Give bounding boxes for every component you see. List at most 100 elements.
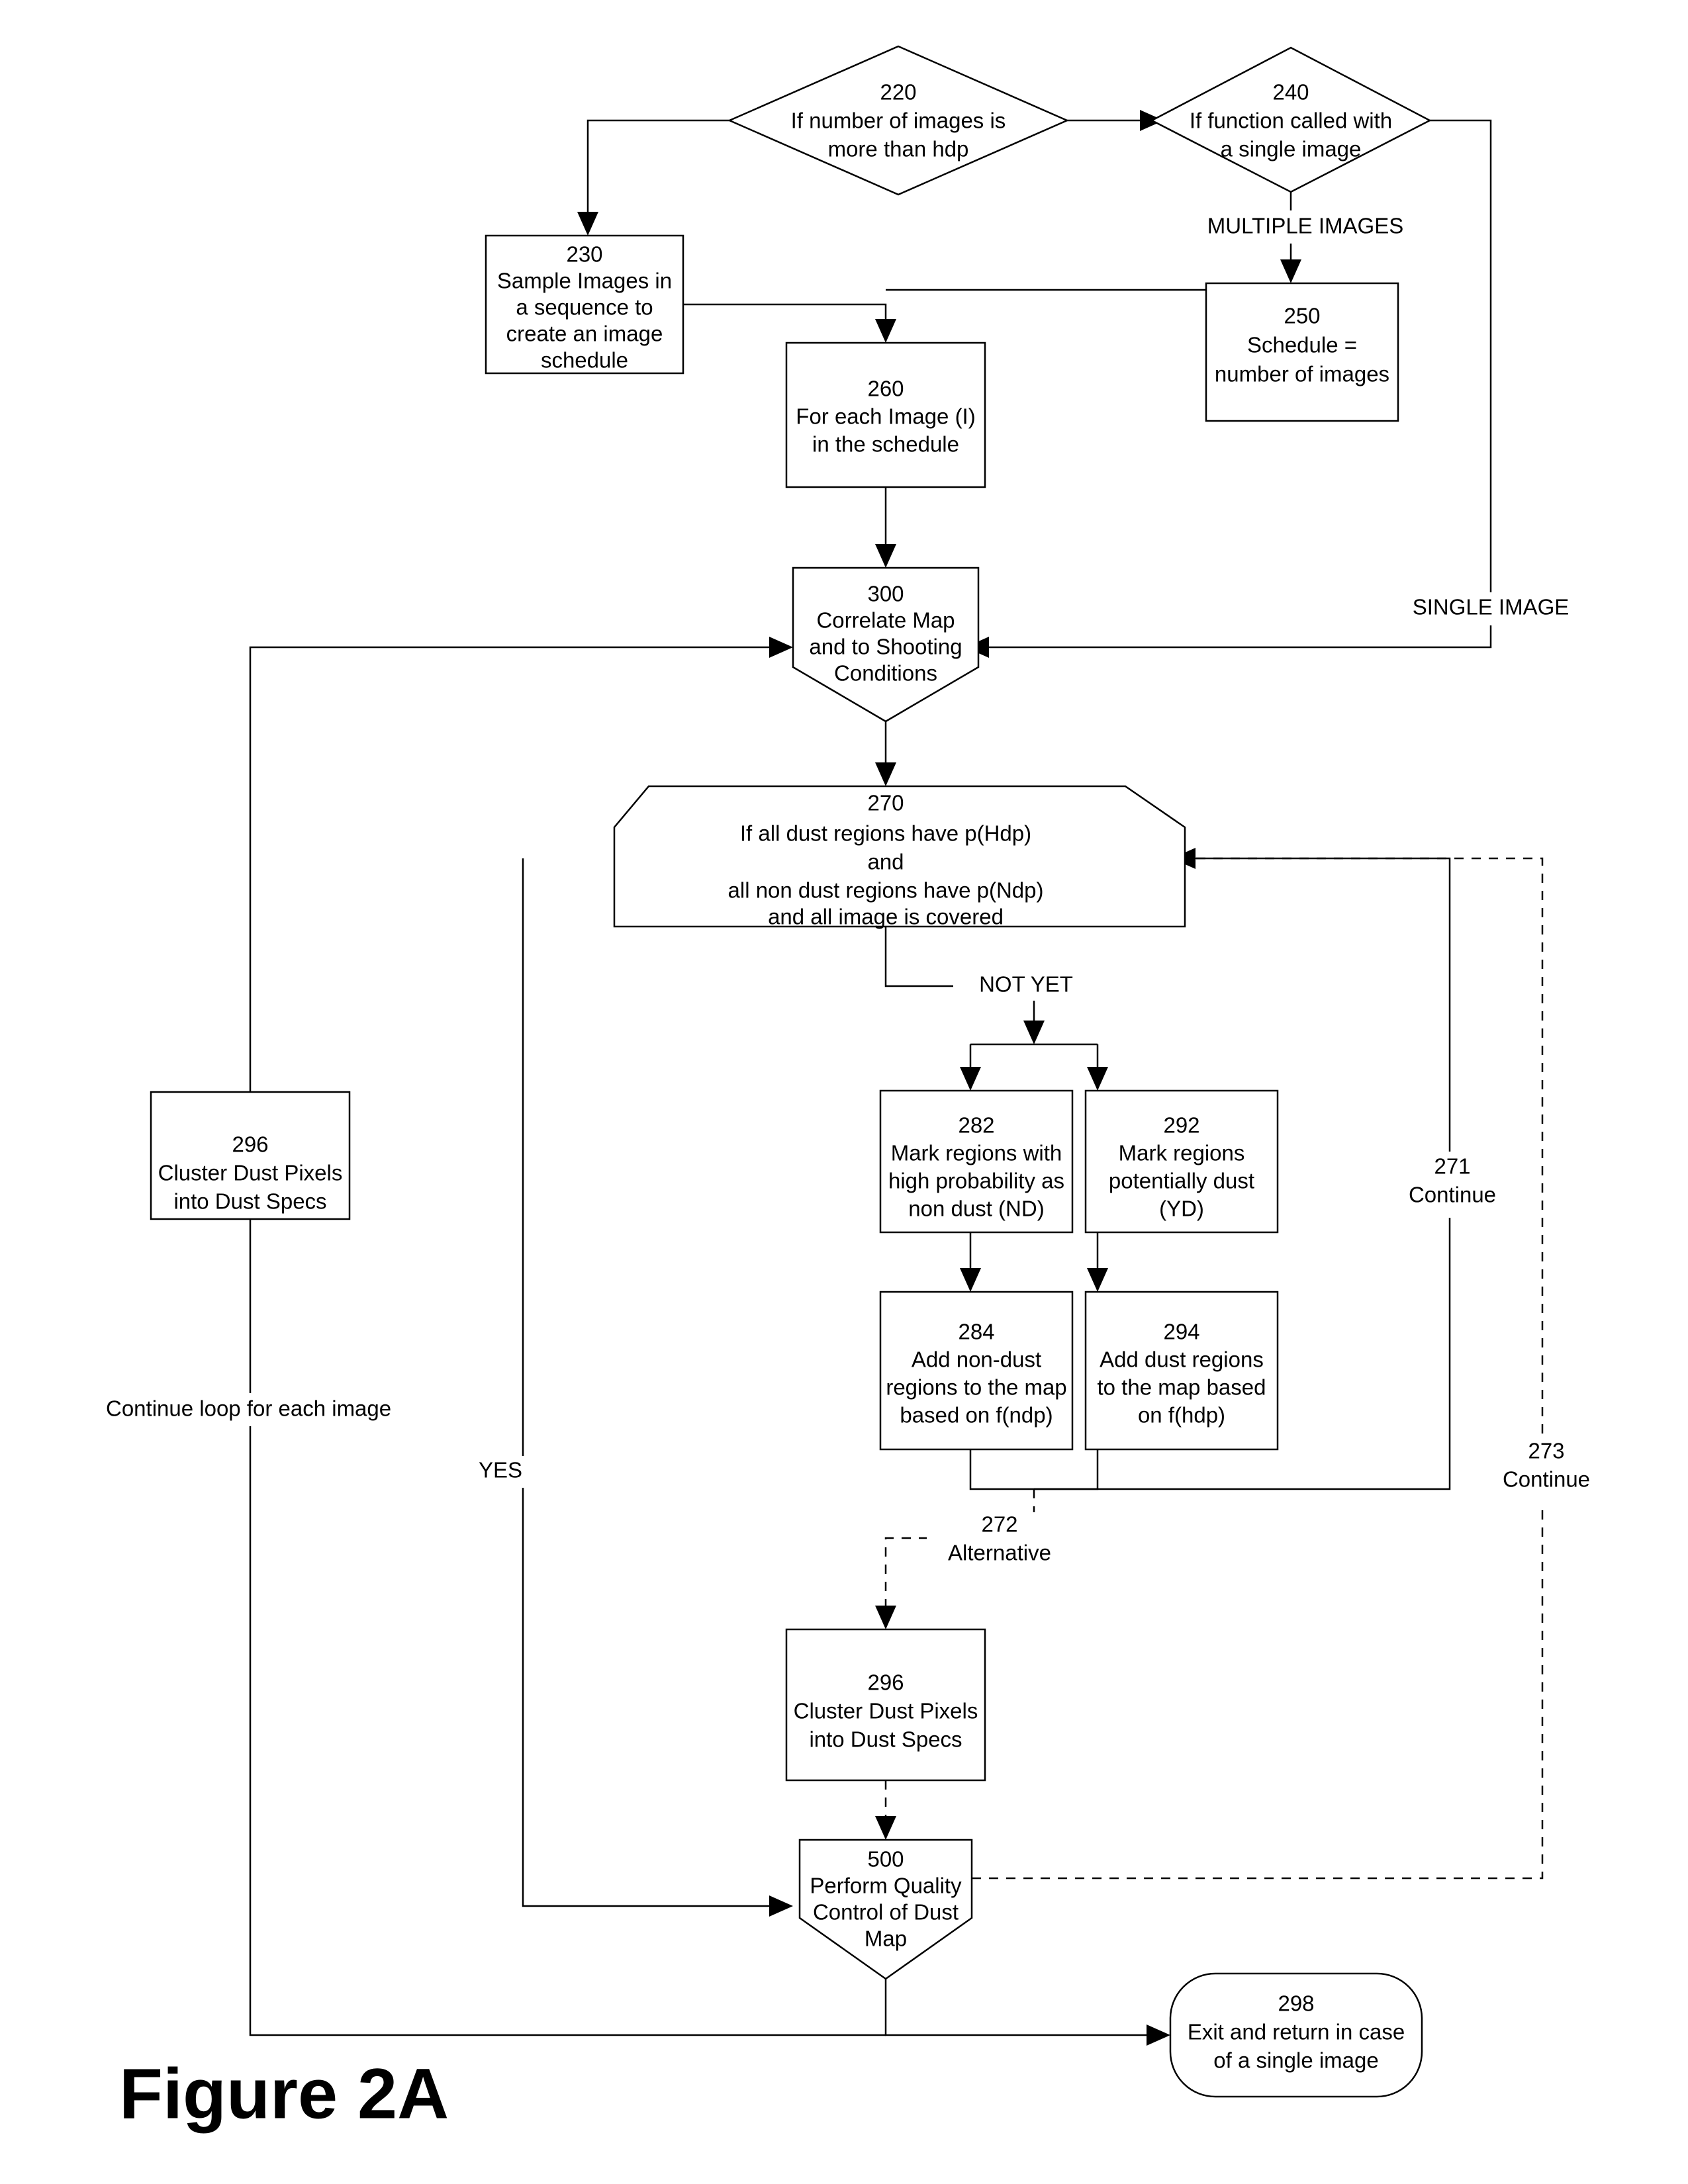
node-296-left-line-0: 296 — [232, 1132, 268, 1157]
node-294-line-0: 294 — [1163, 1320, 1199, 1344]
node-294-line-2: to the map based — [1097, 1375, 1266, 1400]
node-230-line-0: 230 — [566, 242, 602, 267]
label-continue-loop: Continue loop for each image — [106, 1396, 391, 1421]
node-284-line-3: based on f(ndp) — [900, 1403, 1053, 1428]
node-300-line-0: 300 — [867, 582, 904, 606]
arrowhead-294 — [1087, 1268, 1108, 1292]
node-500-line-2: Control of Dust — [813, 1900, 959, 1925]
arrowhead-270-top — [875, 762, 896, 786]
edge-500-to-298 — [884, 1979, 1157, 2036]
arrowhead-292 — [1087, 1067, 1108, 1091]
arrowhead-282 — [960, 1067, 981, 1091]
arrowhead-230 — [577, 212, 598, 236]
arrowhead-split — [1023, 1021, 1045, 1044]
arrowhead-500-top — [875, 1816, 896, 1840]
node-296-mid-line-2: into Dust Specs — [809, 1727, 962, 1752]
arrowhead-500-left — [769, 1895, 793, 1917]
node-296-mid-line-1: Cluster Dust Pixels — [794, 1699, 978, 1723]
arrowhead-298 — [1147, 2025, 1170, 2046]
edge-284-294-merge — [969, 1449, 1099, 1490]
node-296-left-line-1: Cluster Dust Pixels — [158, 1161, 343, 1185]
node-260-line-1: For each Image (I) — [796, 404, 975, 429]
edge-split-bar — [969, 1043, 1099, 1073]
node-220-line-1: If number of images is — [791, 109, 1006, 133]
arrowhead-296-mid — [875, 1606, 896, 1629]
node-250-line-1: Schedule = — [1247, 333, 1357, 357]
node-500-line-3: Map — [865, 1927, 907, 1951]
node-270[interactable]: 270 If all dust regions have p(Hdp) and … — [613, 785, 1186, 929]
node-294-line-1: Add dust regions — [1100, 1347, 1264, 1372]
label-yes: YES — [479, 1458, 522, 1482]
node-292-line-0: 292 — [1163, 1113, 1199, 1138]
node-230[interactable]: 230 Sample Images in a sequence to creat… — [485, 234, 684, 375]
node-298-line-2: of a single image — [1213, 2048, 1378, 2073]
node-270-line-1: If all dust regions have p(Hdp) — [740, 821, 1031, 846]
node-270-line-2: and — [867, 850, 904, 874]
node-284-line-2: regions to the map — [886, 1375, 1066, 1400]
node-300-line-2: and to Shooting — [809, 635, 962, 659]
label-273-number: 273 — [1528, 1439, 1564, 1463]
arrowhead-250 — [1280, 259, 1301, 283]
node-292-line-1: Mark regions — [1119, 1141, 1245, 1165]
node-260-line-2: in the schedule — [812, 432, 959, 457]
node-260-line-0: 260 — [867, 377, 904, 401]
node-500-line-1: Perform Quality — [810, 1874, 962, 1898]
node-298-line-0: 298 — [1278, 1991, 1314, 2016]
node-292[interactable]: 292 Mark regions potentially dust (YD) — [1084, 1089, 1279, 1234]
node-296-left[interactable]: 296 Cluster Dust Pixels into Dust Specs — [150, 1091, 351, 1220]
node-220[interactable]: 220 If number of images is more than hdp — [727, 45, 1070, 196]
arrowhead-300-top — [875, 544, 896, 568]
node-220-line-0: 220 — [880, 80, 916, 105]
node-240-line-2: a single image — [1221, 137, 1362, 161]
node-230-line-4: schedule — [541, 348, 628, 373]
node-294[interactable]: 294 Add dust regions to the map based on… — [1084, 1291, 1279, 1451]
arrowhead-260-a — [875, 319, 896, 343]
label-multiple-images: MULTIPLE IMAGES — [1207, 214, 1403, 238]
node-292-line-2: potentially dust — [1109, 1169, 1254, 1193]
node-500-line-0: 500 — [867, 1847, 904, 1872]
figure-page: 220 If number of images is more than hdp… — [0, 0, 1688, 2184]
node-270-line-3: all non dust regions have p(Ndp) — [728, 878, 1044, 903]
label-271-word: Continue — [1409, 1183, 1496, 1207]
node-296-mid-line-0: 296 — [867, 1670, 904, 1695]
label-not-yet: NOT YET — [979, 972, 1073, 997]
label-272-word: Alternative — [948, 1541, 1051, 1565]
node-230-line-1: Sample Images in — [497, 269, 672, 293]
label-271-number: 271 — [1434, 1154, 1470, 1179]
node-270-line-4: and all image is covered — [768, 905, 1004, 929]
node-220-line-2: more than hdp — [828, 137, 969, 161]
node-240[interactable]: 240 If function called with a single ima… — [1150, 46, 1432, 193]
node-282-line-1: Mark regions with — [891, 1141, 1062, 1165]
node-284-line-0: 284 — [958, 1320, 994, 1344]
arrowhead-284 — [960, 1268, 981, 1292]
node-300[interactable]: 300 Correlate Map and to Shooting Condit… — [792, 567, 980, 723]
node-230-line-2: a sequence to — [516, 295, 653, 320]
edge-270-yes-to-500 — [522, 858, 780, 1907]
flowchart-canvas: 220 If number of images is more than hdp… — [99, 45, 1604, 2134]
label-273-word: Continue — [1503, 1467, 1590, 1492]
node-296-mid[interactable]: 296 Cluster Dust Pixels into Dust Specs — [785, 1628, 986, 1782]
node-294-line-3: on f(hdp) — [1138, 1403, 1225, 1428]
node-270-line-0: 270 — [867, 791, 904, 815]
node-282-line-2: high probability as — [888, 1169, 1064, 1193]
node-300-line-1: Correlate Map — [816, 608, 955, 633]
label-272-number: 272 — [981, 1512, 1017, 1537]
node-298[interactable]: 298 Exit and return in case of a single … — [1169, 1972, 1423, 2098]
node-260[interactable]: 260 For each Image (I) in the schedule — [785, 341, 986, 488]
node-292-line-3: (YD) — [1159, 1197, 1204, 1221]
edge-230-to-260 — [683, 303, 887, 330]
node-284-line-1: Add non-dust — [912, 1347, 1041, 1372]
node-230-line-3: create an image — [506, 322, 663, 346]
figure-caption: Figure 2A — [119, 2054, 449, 2134]
node-298-line-1: Exit and return in case — [1188, 2020, 1405, 2044]
node-282-line-0: 282 — [958, 1113, 994, 1138]
node-250[interactable]: 250 Schedule = number of images — [1205, 282, 1399, 422]
node-500[interactable]: 500 Perform Quality Control of Dust Map — [798, 1839, 973, 1980]
node-300-line-3: Conditions — [834, 661, 937, 686]
arrowhead-300-left — [769, 637, 793, 658]
node-284[interactable]: 284 Add non-dust regions to the map base… — [879, 1291, 1074, 1451]
node-240-line-1: If function called with — [1190, 109, 1392, 133]
node-282[interactable]: 282 Mark regions with high probability a… — [879, 1089, 1074, 1234]
node-250-line-2: number of images — [1215, 362, 1389, 387]
node-240-line-0: 240 — [1272, 80, 1309, 105]
